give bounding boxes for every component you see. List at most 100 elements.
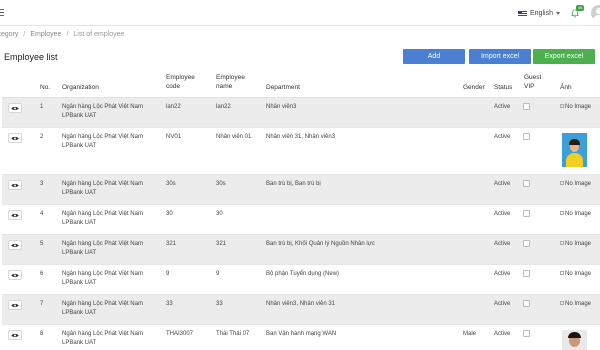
breadcrumb-item-category[interactable]: ategory	[0, 31, 18, 38]
employee-photo	[562, 330, 587, 350]
cell-organization: Ngân hàng Lộc Phát Việt Nam LPBank UAT	[62, 104, 143, 119]
cell-organization: Ngân hàng Lộc Phát Việt Nam LPBank UAT	[62, 241, 143, 256]
guest-vip-checkbox[interactable]	[523, 103, 530, 110]
table-body: 1 Ngân hàng Lộc Phát Việt Nam LPBank UAT…	[2, 98, 600, 350]
page-title: Employee list	[4, 52, 58, 62]
cell-employee-code: THAI3007	[166, 331, 194, 337]
menu-icon[interactable]	[0, 9, 4, 16]
no-image-placeholder: No Image	[560, 103, 594, 111]
cell-employee-name: 9	[216, 271, 220, 277]
no-image-text: No Image	[565, 211, 592, 217]
table-header: No. Organization Employee code Employee …	[2, 70, 600, 98]
cell-no: 5	[40, 241, 44, 247]
cell-status: Active	[494, 241, 511, 247]
cell-department: Nhân viên3	[266, 104, 297, 110]
view-button[interactable]	[8, 180, 22, 190]
guest-vip-checkbox[interactable]	[523, 240, 530, 247]
eye-icon	[11, 183, 19, 187]
header-organization: Organization	[62, 84, 99, 91]
cell-employee-code: 30s	[166, 181, 176, 187]
cell-organization: Ngân hàng Lộc Phát Việt Nam LPBank UAT	[62, 271, 143, 286]
broken-image-icon	[560, 211, 564, 216]
guest-vip-checkbox[interactable]	[523, 133, 530, 140]
eye-icon	[11, 106, 19, 110]
us-flag-icon	[518, 10, 527, 17]
table-row: 4 Ngân hàng Lộc Phát Việt Nam LPBank UAT…	[2, 205, 600, 235]
employee-photo	[562, 133, 587, 167]
cell-no: 1	[40, 104, 44, 110]
employee-table: No. Organization Employee code Employee …	[2, 70, 600, 350]
no-image-placeholder: No Image	[560, 180, 594, 188]
no-image-text: No Image	[565, 104, 592, 110]
eye-icon	[11, 333, 19, 337]
cell-no: 7	[40, 301, 44, 307]
eye-icon	[11, 303, 19, 307]
header-department: Department	[266, 84, 300, 91]
cell-department: Bộ phận Tuyển dụng (New)	[266, 271, 340, 277]
guest-vip-checkbox[interactable]	[523, 270, 530, 277]
table-row: 2 Ngân hàng Lộc Phát Việt Nam LPBank UAT…	[2, 128, 600, 175]
cell-employee-code: lan22	[166, 104, 181, 110]
breadcrumb: ategory/Employee/List of employee	[0, 31, 124, 38]
cell-employee-code: NV01	[166, 134, 182, 140]
no-image-text: No Image	[565, 271, 592, 277]
view-button[interactable]	[8, 240, 22, 250]
header-gender: Gender	[463, 84, 485, 91]
cell-employee-code: 30	[166, 211, 173, 217]
import-excel-button[interactable]: Import excel	[469, 49, 531, 64]
view-button[interactable]	[8, 270, 22, 280]
cell-employee-name: 30s	[216, 181, 226, 187]
header-employee-name: Employee name	[216, 74, 245, 90]
broken-image-icon	[560, 271, 564, 276]
add-button[interactable]: Add	[403, 49, 465, 64]
view-button[interactable]	[8, 103, 22, 113]
language-label: English	[530, 10, 553, 17]
breadcrumb-item-employee[interactable]: Employee	[30, 31, 61, 38]
eye-icon	[11, 243, 19, 247]
language-selector[interactable]: English	[518, 9, 560, 18]
guest-vip-checkbox[interactable]	[523, 210, 530, 217]
view-button[interactable]	[8, 133, 22, 143]
cell-department: Ban trù bị, Ban trù bị	[266, 181, 321, 187]
cell-employee-code: 321	[166, 241, 177, 247]
view-button[interactable]	[8, 300, 22, 310]
view-button[interactable]	[8, 210, 22, 220]
header-image: Ảnh	[560, 84, 572, 91]
user-avatar[interactable]	[591, 5, 600, 21]
header-status: Status	[494, 84, 513, 91]
cell-no: 4	[40, 211, 44, 217]
no-image-placeholder: No Image	[560, 240, 594, 248]
notification-badge: 45	[576, 5, 585, 11]
cell-department: Nhân viên3, Nhân viên 31	[266, 301, 336, 307]
cell-department: Ban Vận hành mạng WAN	[266, 331, 337, 337]
cell-employee-code: 33	[166, 301, 173, 307]
broken-image-icon	[560, 301, 564, 306]
table-row: 1 Ngân hàng Lộc Phát Việt Nam LPBank UAT…	[2, 98, 600, 128]
broken-image-icon	[560, 181, 564, 186]
guest-vip-checkbox[interactable]	[523, 180, 530, 187]
view-button[interactable]	[8, 330, 22, 340]
cell-organization: Ngân hàng Lộc Phát Việt Nam LPBank UAT	[62, 301, 143, 316]
guest-vip-checkbox[interactable]	[523, 300, 530, 307]
cell-no: 6	[40, 271, 44, 277]
table-row: 8 Ngân hàng Lộc Phát Việt Nam LPBank UAT…	[2, 325, 600, 350]
cell-organization: Ngân hàng Lộc Phát Việt Nam LPBank UAT	[62, 134, 143, 149]
cell-status: Active	[494, 271, 511, 277]
no-image-placeholder: No Image	[560, 270, 594, 278]
cell-organization: Ngân hàng Lộc Phát Việt Nam LPBank UAT	[62, 211, 143, 226]
cell-status: Active	[494, 181, 511, 187]
cell-department: Nhân viên 31, Nhân viên3	[266, 134, 336, 140]
no-image-text: No Image	[565, 241, 592, 247]
export-excel-button[interactable]: Export excel	[533, 49, 595, 64]
no-image-placeholder: No Image	[560, 300, 594, 308]
header-guest-vip: Guest VIP	[524, 74, 542, 90]
breadcrumb-item-current: List of employee	[73, 31, 125, 38]
top-navbar: English 45	[0, 0, 600, 26]
table-row: 3 Ngân hàng Lộc Phát Việt Nam LPBank UAT…	[2, 175, 600, 205]
broken-image-icon	[560, 241, 564, 246]
cell-department: Ban trù bị, Khối Quản lý Nguồn Nhân lực	[266, 241, 375, 247]
guest-vip-checkbox[interactable]	[523, 330, 530, 337]
table-row: 5 Ngân hàng Lộc Phát Việt Nam LPBank UAT…	[2, 235, 600, 265]
eye-icon	[11, 136, 19, 140]
broken-image-icon	[560, 104, 564, 109]
